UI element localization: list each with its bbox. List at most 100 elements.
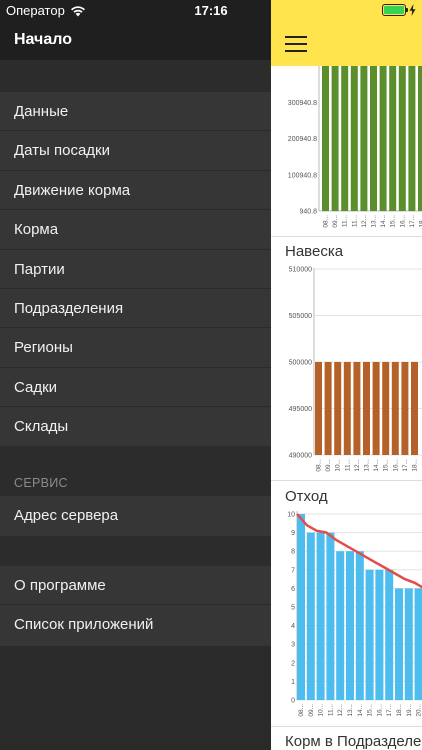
- x-tick-label: 13...: [364, 459, 371, 472]
- y-tick-label: 510000: [289, 267, 312, 274]
- y-tick-label: 2: [291, 660, 295, 667]
- chart-bar: [324, 362, 332, 455]
- sidebar-item-server-address[interactable]: Адрес сервера: [0, 496, 271, 535]
- x-tick-label: 15...: [367, 704, 374, 717]
- chart-bar: [389, 66, 397, 211]
- chart-bar: [322, 66, 329, 211]
- clock: 17:16: [194, 3, 228, 18]
- y-tick-label: 200940.8: [288, 136, 317, 143]
- x-tick-label: 18...: [419, 215, 422, 228]
- chart-bar: [395, 588, 403, 700]
- x-tick-label: 11...: [327, 704, 334, 716]
- x-tick-label: 12...: [354, 459, 361, 472]
- chart-bar: [315, 362, 322, 455]
- sidebar-item-data[interactable]: Данные: [0, 92, 271, 132]
- chart-bar: [316, 532, 325, 700]
- chart-bar: [365, 569, 374, 700]
- sidebar-item-batches[interactable]: Партии: [0, 250, 271, 289]
- x-tick-label: 11...: [344, 459, 351, 471]
- status-bar: Оператор 17:16: [0, 0, 422, 22]
- x-tick-label: 11...: [351, 215, 358, 227]
- x-tick-label: 14...: [357, 704, 364, 717]
- y-tick-label: 10: [287, 512, 295, 519]
- y-tick-label: 7: [291, 567, 295, 574]
- service-menu-group: Адрес сервера: [0, 496, 271, 536]
- x-tick-label: 11...: [342, 215, 349, 227]
- chart-bar: [414, 588, 422, 700]
- chart-bar: [355, 551, 364, 700]
- y-tick-label: 490000: [289, 453, 312, 460]
- chart-bar: [297, 514, 305, 700]
- chart-bar: [334, 362, 342, 455]
- chart-bar: [398, 66, 406, 211]
- chart-title-feed-in-division: Корм в Подразделе: [285, 733, 422, 750]
- y-tick-label: 6: [291, 586, 295, 593]
- chart-bar: [343, 362, 351, 455]
- main-menu-group: Данные Даты посадки Движение корма Корма…: [0, 92, 271, 446]
- x-tick-label: 15...: [383, 459, 390, 472]
- x-tick-label: 17...: [386, 704, 393, 717]
- sidebar-item-stocking-dates[interactable]: Даты посадки: [0, 131, 271, 171]
- y-tick-label: 100940.8: [288, 172, 317, 179]
- chart-bar: [382, 362, 390, 455]
- x-tick-label: 13...: [347, 704, 354, 717]
- sidebar-menu: Начало Данные Даты посадки Движение корм…: [0, 0, 271, 750]
- y-tick-label: 505000: [289, 313, 312, 320]
- y-tick-label: 500000: [289, 360, 312, 367]
- x-tick-label: 18...: [396, 704, 403, 717]
- sidebar-item-divisions[interactable]: Подразделения: [0, 289, 271, 329]
- x-tick-label: 13...: [371, 215, 378, 228]
- x-tick-label: 12...: [361, 215, 368, 228]
- x-tick-label: 12...: [337, 704, 344, 717]
- x-tick-label: 19...: [406, 704, 413, 717]
- chart-bar: [306, 532, 315, 700]
- y-tick-label: 4: [291, 623, 295, 630]
- battery-icon: [382, 4, 408, 16]
- section-header-service: СЕРВИС: [14, 476, 68, 490]
- x-tick-label: 16...: [376, 704, 383, 717]
- y-tick-label: 940.8: [299, 209, 317, 216]
- sidebar-title[interactable]: Начало: [14, 31, 72, 49]
- chart-bar: [411, 362, 418, 455]
- charging-bolt-icon: [409, 4, 416, 16]
- y-tick-label: 9: [291, 530, 295, 537]
- chart-bar: [350, 66, 358, 211]
- sidebar-item-warehouses[interactable]: Склады: [0, 407, 271, 446]
- x-tick-label: 10...: [335, 459, 342, 472]
- x-tick-label: 20...: [416, 704, 422, 717]
- sidebar-item-cages[interactable]: Садки: [0, 368, 271, 408]
- chart-bar: [370, 66, 377, 211]
- chart-naveska: 510000 505000 500000 495000 490000 08... 09...…: [289, 267, 422, 472]
- chart-bar: [401, 362, 409, 455]
- chart-bar: [391, 362, 399, 455]
- chart-bar: [379, 66, 387, 211]
- chart-bar: [353, 362, 361, 455]
- y-tick-label: 3: [291, 642, 295, 649]
- sidebar-item-app-list[interactable]: Список приложений: [0, 605, 271, 644]
- sidebar-item-feeds[interactable]: Корма: [0, 210, 271, 250]
- about-menu-group: О программе Список приложений: [0, 566, 271, 646]
- sidebar-item-about[interactable]: О программе: [0, 566, 271, 606]
- y-tick-label: 8: [291, 549, 295, 556]
- y-tick-label: 300940.8: [288, 100, 317, 107]
- chart-bar: [363, 362, 370, 455]
- y-tick-label: 1: [291, 679, 295, 686]
- sidebar-item-regions[interactable]: Регионы: [0, 328, 271, 368]
- x-tick-label: 09...: [332, 215, 339, 228]
- hamburger-menu-icon[interactable]: [285, 36, 307, 52]
- chart-bar: [360, 66, 368, 211]
- x-tick-label: 08...: [316, 459, 323, 472]
- chart-bar: [385, 569, 394, 700]
- chart-bar: [336, 551, 345, 700]
- y-tick-label: 0: [291, 698, 295, 705]
- x-tick-label: 15...: [390, 215, 397, 228]
- chart-title-otkhod: Отход: [285, 488, 328, 505]
- x-tick-label: 14...: [373, 459, 380, 472]
- chart-bar: [404, 588, 413, 700]
- main-content: 300940.8 200940.8 100940.8 940.8 08... 09... 1…: [271, 0, 422, 750]
- sidebar-item-feed-movement[interactable]: Движение корма: [0, 171, 271, 211]
- chart-otkhod: 10987654321008... 09... 10... 11... 12... 13.…: [287, 511, 422, 717]
- chart-bar: [408, 66, 416, 211]
- x-tick-label: 18...: [412, 459, 419, 472]
- x-tick-label: 16...: [392, 459, 399, 472]
